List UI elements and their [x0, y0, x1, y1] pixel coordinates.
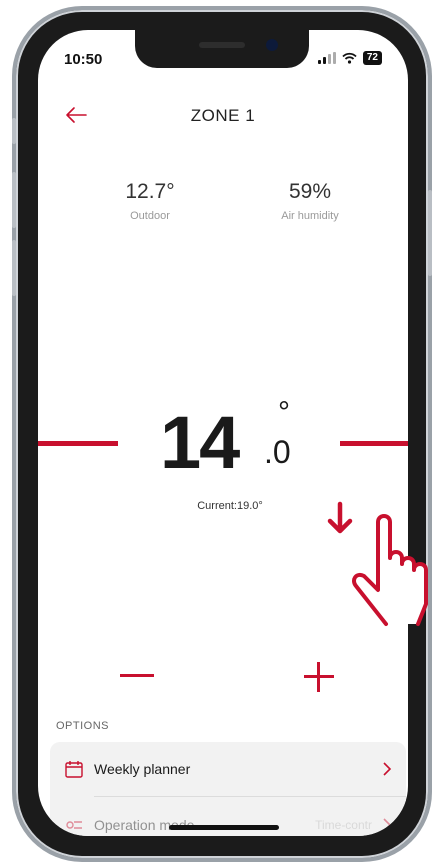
setpoint-integer: 14 — [160, 401, 240, 484]
outdoor-value: 12.7° — [125, 180, 175, 203]
volume-up-button — [12, 172, 16, 228]
operation-mode-icon — [66, 821, 82, 829]
option-value: Time-contr — [315, 818, 372, 832]
battery-icon: 72 — [362, 51, 382, 65]
mute-switch — [12, 118, 16, 144]
option-weekly-planner[interactable]: Weekly planner — [50, 742, 406, 796]
options-card: Weekly planner Operation mode Time-contr — [50, 742, 406, 836]
chevron-right-icon — [383, 818, 392, 832]
status-icons: 72 — [317, 51, 382, 65]
phone-screen: 10:50 72 ZONE 1 12.7° Outdoor 59% Air hu… — [38, 30, 408, 836]
humidity-label: Air humidity — [281, 210, 339, 222]
outdoor-label: Outdoor — [130, 210, 170, 222]
calendar-icon — [65, 761, 83, 778]
signal-icon — [317, 52, 336, 64]
humidity-stat: 59% Air humidity — [240, 180, 380, 222]
setpoint-display[interactable]: 14 .0 ° — [160, 396, 291, 484]
dial-line-right — [340, 441, 408, 446]
power-button — [428, 190, 432, 276]
setpoint-degree: ° — [278, 396, 290, 429]
speaker — [199, 42, 245, 48]
options-heading: OPTIONS — [56, 720, 110, 732]
humidity-value: 59% — [288, 180, 332, 203]
front-camera — [266, 39, 278, 51]
wifi-icon — [342, 52, 357, 64]
notch — [135, 30, 309, 68]
increase-button[interactable] — [304, 662, 334, 692]
outdoor-stat: 12.7° Outdoor — [80, 180, 220, 222]
decrease-button[interactable] — [120, 674, 154, 677]
volume-down-button — [12, 240, 16, 296]
home-indicator — [169, 825, 279, 830]
dial-line-left — [38, 441, 118, 446]
option-operation-mode[interactable]: Operation mode Time-contr — [50, 798, 406, 836]
option-label: Weekly planner — [94, 761, 191, 777]
setpoint-decimal: .0 — [264, 434, 291, 470]
page-title: ZONE 1 — [190, 106, 256, 125]
status-time: 10:50 — [64, 51, 103, 68]
chevron-right-icon — [383, 762, 392, 776]
swipe-down-hand-icon — [327, 501, 428, 626]
divider — [94, 796, 406, 797]
